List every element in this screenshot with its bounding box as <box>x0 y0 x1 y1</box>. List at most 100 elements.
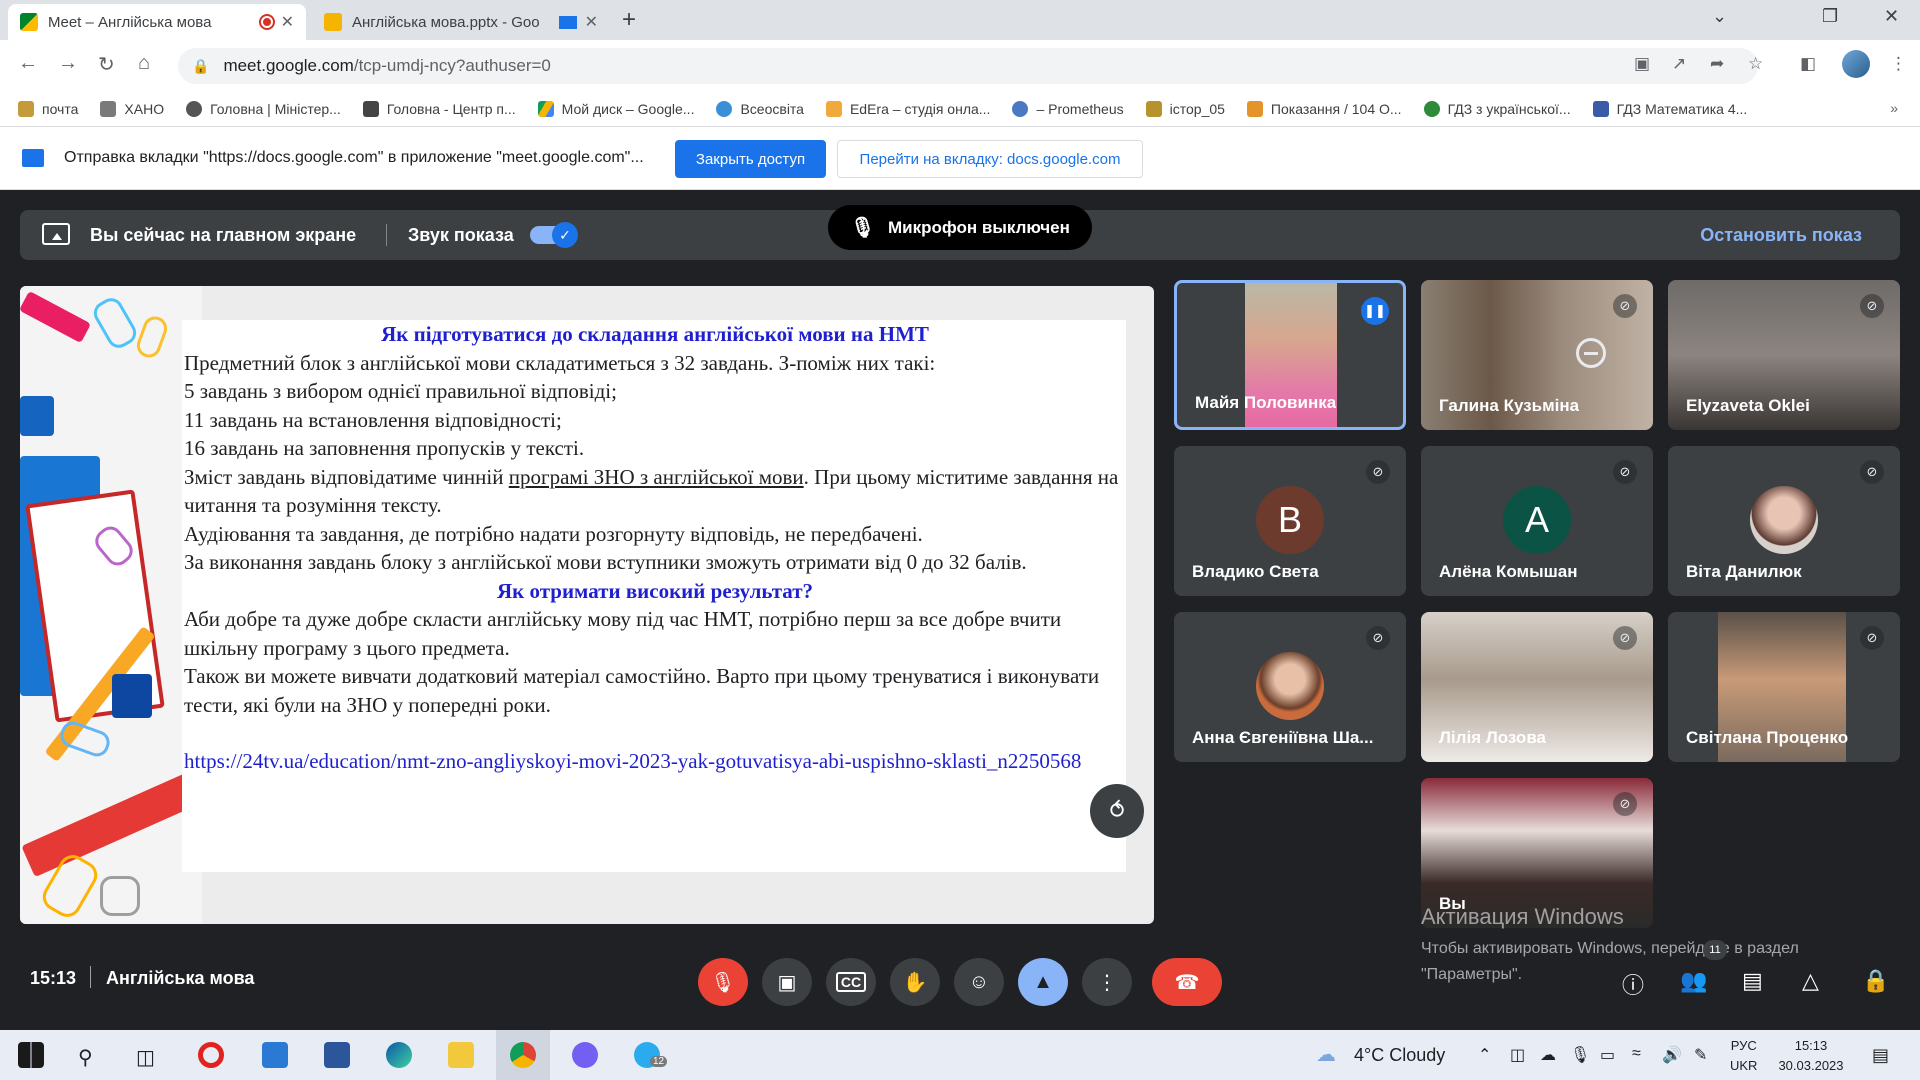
tab-search-icon[interactable]: ⌄ <box>1712 6 1727 27</box>
participant-tile[interactable]: A ⊘ Алёна Комышан <box>1421 446 1653 596</box>
battery-icon[interactable]: ▭ <box>1600 1045 1615 1065</box>
bookmark-item[interactable]: Показання / 104 О... <box>1246 101 1402 117</box>
participant-tile[interactable]: ❚❚ Майя Половинка <box>1174 280 1406 430</box>
participant-tile[interactable]: ⊘ Elyzaveta Oklei <box>1668 280 1900 430</box>
chat-icon[interactable]: ▤ <box>1742 968 1763 994</box>
input-language[interactable]: РУС UKR <box>1730 1036 1757 1076</box>
participant-tile[interactable]: ⊘ Лілія Лозова <box>1421 612 1653 762</box>
participant-initial-avatar: B <box>1256 486 1324 554</box>
stop-sharing-button[interactable]: Закрыть доступ <box>675 140 826 178</box>
meeting-clock: 15:13 <box>30 968 77 988</box>
volume-icon[interactable]: 🔊 <box>1662 1045 1682 1065</box>
windows-taskbar: ⚲ ◫ 12 ☁ 4°C Cloudy ⌃ ◫ ☁ 🎙 ▭ ≈ 🔊 ✎ РУС … <box>0 1030 1920 1080</box>
mic-muted-icon: ⊘ <box>1366 460 1390 484</box>
host-controls-icon[interactable]: 🔒 <box>1862 968 1889 994</box>
share-audio-toggle[interactable]: ✓ <box>530 222 578 248</box>
divider <box>90 966 91 988</box>
bookmark-item[interactable]: Мой диск – Google... <box>537 101 694 117</box>
window-close-icon[interactable]: ✕ <box>1884 6 1899 27</box>
system-time: 15:13 <box>1794 1038 1828 1053</box>
onedrive-icon[interactable]: ☁ <box>1540 1045 1556 1065</box>
search-icon[interactable]: ⚲ <box>78 1045 93 1070</box>
new-tab-button[interactable]: + <box>622 6 636 34</box>
hang-up-icon: ☎ <box>1174 971 1200 994</box>
leave-call-button[interactable]: ☎ <box>1152 958 1222 1006</box>
url-path: /tcp-umdj-ncy?authuser=0 <box>353 56 551 75</box>
system-clock[interactable]: 15:13 30.03.2023 <box>1776 1036 1846 1076</box>
bookmark-item[interactable]: ГДЗ Математика 4... <box>1592 101 1747 117</box>
bookmark-star-icon[interactable]: ☆ <box>1748 54 1763 74</box>
camera-icon[interactable]: ▣ <box>1634 54 1650 74</box>
shared-slide: Як підготуватися до складання англійсько… <box>20 286 1154 924</box>
reload-button[interactable]: ↻ <box>98 52 115 77</box>
zno-program-link[interactable]: програмі ЗНО з англійської мови <box>509 465 804 489</box>
mic-toggle-button[interactable]: 🎙 <box>698 958 748 1006</box>
tab-meet[interactable]: Meet – Англійська мова ✕ <box>8 4 306 40</box>
word-icon[interactable] <box>324 1042 350 1068</box>
opera-icon[interactable] <box>198 1042 224 1068</box>
participant-tile[interactable]: ⊘ Світлана Проценко <box>1668 612 1900 762</box>
bookmark-item[interactable]: Головна - Центр п... <box>362 101 516 117</box>
present-screen-icon <box>42 223 70 245</box>
address-bar[interactable]: 🔒 meet.google.com/tcp-umdj-ncy?authuser=… <box>178 48 1758 84</box>
microphone-icon[interactable]: 🎙 <box>1570 1045 1590 1065</box>
share-icon[interactable]: ⥀ <box>1090 784 1144 838</box>
mic-off-icon: 🎙 <box>710 971 736 994</box>
slide-heading: Як отримати високий результат? <box>496 578 814 603</box>
switch-to-tab-button[interactable]: Перейти на вкладку: docs.google.com <box>837 140 1143 178</box>
bookmark-item[interactable]: почта <box>18 101 78 117</box>
meeting-details-icon[interactable]: ⓘ <box>1622 968 1644 1000</box>
back-button[interactable]: ← <box>18 52 38 75</box>
weather-text[interactable]: 4°C Cloudy <box>1354 1045 1445 1066</box>
wifi-icon[interactable]: ≈ <box>1632 1045 1641 1063</box>
raise-hand-button[interactable]: ✋ <box>890 958 940 1006</box>
source-url-link[interactable]: https://24tv.ua/education/nmt-zno-angliy… <box>184 747 1126 776</box>
bookmark-item[interactable]: ГДЗ з української... <box>1423 101 1571 117</box>
windows-start-icon[interactable] <box>18 1042 44 1068</box>
tray-expand-icon[interactable]: ⌃ <box>1478 1045 1491 1065</box>
captions-button[interactable]: CC <box>826 958 876 1006</box>
notifications-icon[interactable]: ▤ <box>1872 1045 1889 1066</box>
people-icon[interactable]: 👥 <box>1680 968 1707 994</box>
tab-slides[interactable]: Англійська мова.pptx - Goo ✕ <box>312 4 610 40</box>
bookmark-item[interactable]: ХАНО <box>100 101 164 117</box>
share-icon[interactable]: ➦ <box>1710 54 1724 74</box>
present-button[interactable]: ▲ <box>1018 958 1068 1006</box>
task-view-icon[interactable]: ◫ <box>136 1045 155 1070</box>
home-button[interactable]: ⌂ <box>138 52 150 75</box>
bookmark-item[interactable]: істор_05 <box>1145 101 1225 117</box>
chrome-icon[interactable] <box>510 1042 536 1068</box>
bookmark-item[interactable]: EdEra – студія онла... <box>825 101 990 117</box>
activities-icon[interactable]: △ <box>1802 968 1819 994</box>
camera-toggle-button[interactable]: ▣ <box>762 958 812 1006</box>
bookmark-icon <box>1592 101 1609 117</box>
remove-participant-icon[interactable] <box>1576 338 1606 368</box>
open-external-icon[interactable]: ↗ <box>1672 54 1686 74</box>
mail-icon[interactable] <box>262 1042 288 1068</box>
stop-presenting-link[interactable]: Остановить показ <box>1700 225 1862 246</box>
bookmark-item[interactable]: Всеосвіта <box>716 101 804 117</box>
edge-icon[interactable] <box>386 1042 412 1068</box>
participant-tile[interactable]: B ⊘ Владико Света <box>1174 446 1406 596</box>
participant-tile[interactable]: ⊘ Віта Данилюк <box>1668 446 1900 596</box>
forward-button[interactable]: → <box>58 52 78 75</box>
profile-avatar[interactable] <box>1842 50 1870 78</box>
participant-tile[interactable]: ⊘ Галина Кузьміна <box>1421 280 1653 430</box>
participant-name: Віта Данилюк <box>1686 562 1802 581</box>
file-explorer-icon[interactable] <box>448 1042 474 1068</box>
tray-app-icon[interactable]: ◫ <box>1510 1045 1525 1065</box>
participant-tile[interactable]: ⊘ Анна Євгеніївна Ша... <box>1174 612 1406 762</box>
more-options-button[interactable]: ⋮ <box>1082 958 1132 1006</box>
chrome-menu-icon[interactable]: ⋮ <box>1890 54 1907 74</box>
window-restore-icon[interactable]: ❐ <box>1822 6 1838 27</box>
bookmarks-overflow-button[interactable]: » <box>1890 100 1898 116</box>
emoji-reactions-button[interactable]: ☺ <box>954 958 1004 1006</box>
tab-meet-close-icon[interactable]: ✕ <box>281 12 294 32</box>
viber-icon[interactable] <box>572 1042 598 1068</box>
bookmark-item[interactable]: – Prometheus <box>1012 101 1124 117</box>
side-panel-icon[interactable]: ◧ <box>1800 54 1816 74</box>
bookmark-item[interactable]: Головна | Міністер... <box>186 101 341 117</box>
pen-icon[interactable]: ✎ <box>1694 1045 1707 1065</box>
tab-slides-close-icon[interactable]: ✕ <box>585 12 598 32</box>
recording-indicator-icon <box>260 16 273 28</box>
